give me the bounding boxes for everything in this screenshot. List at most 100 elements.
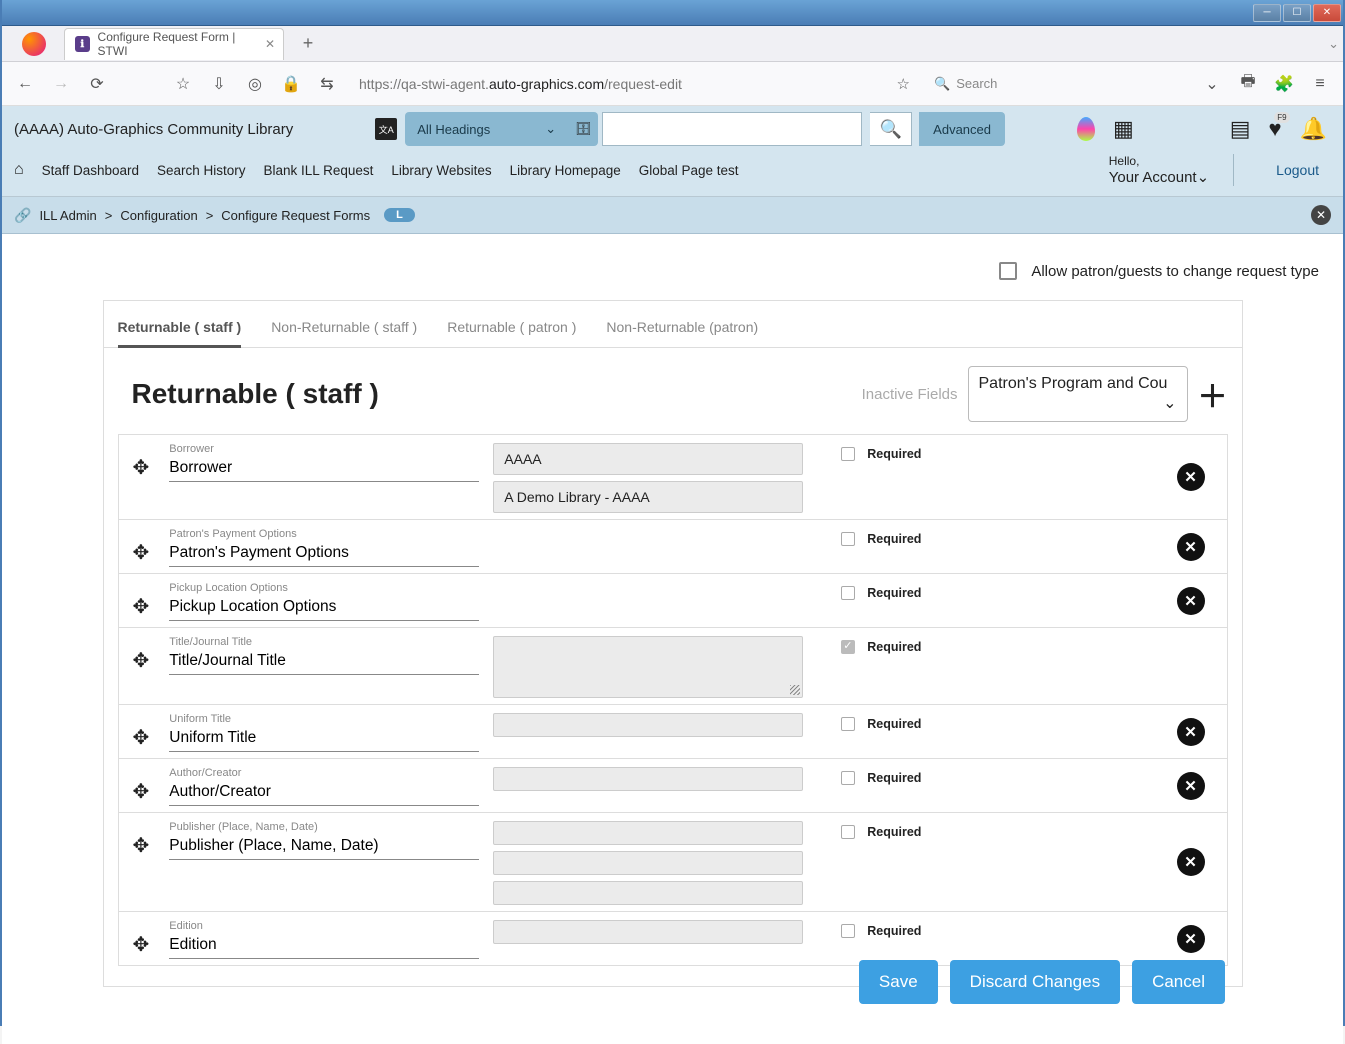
field-input-box[interactable] bbox=[493, 767, 803, 791]
favorites-heart-icon[interactable]: ♥F9 bbox=[1269, 116, 1282, 142]
field-name-input[interactable] bbox=[169, 540, 479, 567]
win-maximize-button[interactable]: ☐ bbox=[1283, 4, 1311, 22]
browser-tab[interactable]: ℹ Configure Request Form | STWI ✕ bbox=[64, 28, 284, 60]
discard-changes-button[interactable]: Discard Changes bbox=[950, 960, 1120, 1004]
account-dropdown[interactable]: Hello, Your Account⌄ bbox=[1109, 154, 1234, 186]
required-checkbox[interactable] bbox=[841, 586, 855, 600]
field-name-input[interactable] bbox=[169, 648, 479, 675]
field-row: ✥ Borrower AAAA A Demo Library - AAAA Re… bbox=[118, 434, 1228, 520]
required-checkbox[interactable] bbox=[841, 717, 855, 731]
field-input-box[interactable] bbox=[493, 881, 803, 905]
delete-field-button[interactable]: ✕ bbox=[1177, 463, 1205, 491]
field-name-input[interactable] bbox=[169, 779, 479, 806]
chevron-down-icon: ⌄ bbox=[1163, 393, 1176, 413]
allow-change-type-checkbox[interactable] bbox=[999, 262, 1017, 280]
inactive-fields-select[interactable]: Patron's Program and Cou ⌄ bbox=[968, 366, 1188, 422]
nav-back-button[interactable]: ← bbox=[12, 71, 38, 97]
permissions-icon[interactable]: ⇆ bbox=[314, 71, 340, 97]
nav-staff-dashboard[interactable]: Staff Dashboard bbox=[42, 163, 139, 178]
bookmark-star-icon[interactable]: ☆ bbox=[170, 71, 196, 97]
url-bar[interactable]: https://qa-stwi-agent.auto-graphics.com/… bbox=[350, 72, 919, 96]
tab-close-icon[interactable]: ✕ bbox=[265, 37, 275, 51]
field-small-label: Author/Creator bbox=[169, 767, 479, 779]
field-input-box[interactable] bbox=[493, 920, 803, 944]
catalog-search-input[interactable] bbox=[602, 112, 862, 146]
tab-returnable-staff[interactable]: Returnable ( staff ) bbox=[118, 319, 242, 348]
delete-field-button[interactable]: ✕ bbox=[1177, 718, 1205, 746]
new-tab-button[interactable]: + bbox=[294, 33, 322, 54]
win-minimize-button[interactable]: ─ bbox=[1253, 4, 1281, 22]
add-field-button[interactable]: ＋ bbox=[1198, 372, 1228, 416]
pocket-icon[interactable]: ⌄ bbox=[1199, 71, 1225, 97]
field-name-input[interactable] bbox=[169, 932, 479, 959]
drag-handle-icon[interactable]: ✥ bbox=[127, 711, 156, 750]
delete-field-button[interactable]: ✕ bbox=[1177, 772, 1205, 800]
logout-link[interactable]: Logout bbox=[1252, 162, 1331, 178]
required-checkbox[interactable] bbox=[841, 924, 855, 938]
cancel-button[interactable]: Cancel bbox=[1132, 960, 1225, 1004]
nav-reload-button[interactable]: ⟳ bbox=[84, 71, 110, 97]
page-content: Allow patron/guests to change request ty… bbox=[2, 234, 1343, 1044]
win-close-button[interactable]: ✕ bbox=[1313, 4, 1341, 22]
field-textarea[interactable] bbox=[493, 636, 803, 698]
delete-field-button[interactable]: ✕ bbox=[1177, 533, 1205, 561]
field-row: ✥ Uniform Title Required ✕ bbox=[118, 705, 1228, 759]
shield-icon[interactable]: ◎ bbox=[242, 71, 268, 97]
extensions-icon[interactable]: 🧩 bbox=[1271, 71, 1297, 97]
nav-global-page-test[interactable]: Global Page test bbox=[639, 163, 739, 178]
print-icon[interactable]: 🖶 bbox=[1235, 71, 1261, 97]
field-name-input[interactable] bbox=[169, 594, 479, 621]
field-name-input[interactable] bbox=[169, 725, 479, 752]
tab-returnable-patron[interactable]: Returnable ( patron ) bbox=[447, 319, 576, 347]
balloon-icon[interactable] bbox=[1077, 117, 1095, 141]
drag-handle-icon[interactable]: ✥ bbox=[127, 765, 156, 804]
drag-handle-icon[interactable]: ✥ bbox=[127, 819, 156, 858]
field-input-box[interactable] bbox=[493, 713, 803, 737]
database-icon[interactable]: 🗄 bbox=[568, 112, 598, 146]
delete-field-button[interactable]: ✕ bbox=[1177, 587, 1205, 615]
downloads-icon[interactable]: ⇩ bbox=[206, 71, 232, 97]
tab-nonreturnable-patron[interactable]: Non-Returnable (patron) bbox=[606, 319, 758, 347]
catalog-search-button[interactable]: 🔍 bbox=[870, 112, 912, 146]
delete-field-button[interactable]: ✕ bbox=[1177, 925, 1205, 953]
nav-search-history[interactable]: Search History bbox=[157, 163, 246, 178]
field-input-box[interactable] bbox=[493, 851, 803, 875]
nav-library-homepage[interactable]: Library Homepage bbox=[510, 163, 621, 178]
home-icon[interactable]: ⌂ bbox=[14, 161, 24, 179]
drag-handle-icon[interactable]: ✥ bbox=[127, 441, 156, 480]
field-input-box[interactable] bbox=[493, 821, 803, 845]
breadcrumb-item[interactable]: Configuration bbox=[120, 208, 197, 223]
nav-library-websites[interactable]: Library Websites bbox=[391, 163, 491, 178]
drag-handle-icon[interactable]: ✥ bbox=[127, 580, 156, 619]
required-checkbox[interactable] bbox=[841, 532, 855, 546]
breadcrumb-close-button[interactable]: ✕ bbox=[1311, 205, 1331, 225]
language-icon[interactable]: 文A bbox=[375, 118, 397, 140]
breadcrumb-item[interactable]: ILL Admin bbox=[39, 208, 96, 223]
headings-dropdown[interactable]: All Headings ⌄ bbox=[405, 112, 568, 146]
save-button[interactable]: Save bbox=[859, 960, 938, 1004]
drag-handle-icon[interactable]: ✥ bbox=[127, 634, 156, 673]
notifications-bell-icon[interactable]: 🔔 bbox=[1300, 116, 1327, 142]
browser-search-box[interactable]: 🔍 Search bbox=[929, 73, 1189, 95]
hamburger-menu-icon[interactable]: ≡ bbox=[1307, 71, 1333, 97]
drag-handle-icon[interactable]: ✥ bbox=[127, 918, 156, 957]
required-checkbox[interactable] bbox=[841, 640, 855, 654]
tab-nonreturnable-staff[interactable]: Non-Returnable ( staff ) bbox=[271, 319, 417, 347]
field-name-input[interactable] bbox=[169, 455, 479, 482]
required-checkbox[interactable] bbox=[841, 771, 855, 785]
bookmark-page-icon[interactable]: ☆ bbox=[897, 75, 910, 93]
card-icon[interactable]: ▤ bbox=[1230, 116, 1251, 142]
scanner-icon[interactable]: ▦ bbox=[1113, 116, 1134, 142]
field-name-input[interactable] bbox=[169, 833, 479, 860]
required-checkbox[interactable] bbox=[841, 447, 855, 461]
delete-field-button[interactable]: ✕ bbox=[1177, 848, 1205, 876]
app-header: (AAAA) Auto-Graphics Community Library 文… bbox=[2, 106, 1343, 197]
form-card: Returnable ( staff ) Non-Returnable ( st… bbox=[103, 300, 1243, 987]
drag-handle-icon[interactable]: ✥ bbox=[127, 526, 156, 565]
tabs-dropdown-icon[interactable]: ⌄ bbox=[1328, 36, 1343, 52]
search-icon: 🔍 bbox=[934, 76, 950, 92]
advanced-search-button[interactable]: Advanced bbox=[919, 112, 1005, 146]
required-checkbox[interactable] bbox=[841, 825, 855, 839]
nav-blank-ill-request[interactable]: Blank ILL Request bbox=[264, 163, 374, 178]
nav-forward-button[interactable]: → bbox=[48, 71, 74, 97]
